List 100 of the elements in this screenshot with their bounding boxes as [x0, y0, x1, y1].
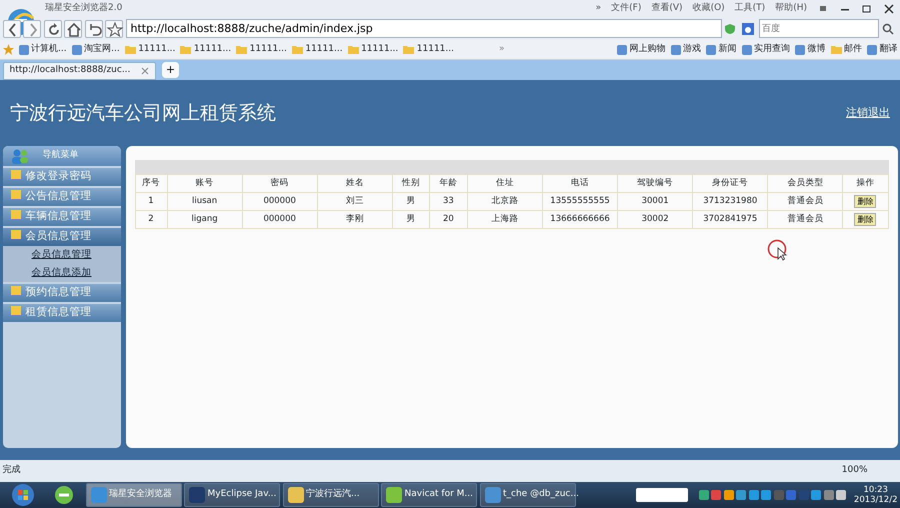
bookmark-item[interactable]: 计算机... [18, 42, 67, 56]
bookmark-item[interactable]: 邮件 [830, 42, 862, 56]
bookmark-item[interactable]: 11111... [236, 42, 287, 56]
home-button[interactable] [64, 20, 82, 38]
tray-icon[interactable] [836, 490, 846, 500]
cursor-icon [767, 239, 789, 261]
folder-icon [236, 45, 248, 54]
table-cell: 男 [392, 210, 430, 228]
bookmark-item[interactable]: 翻译 [867, 42, 898, 56]
app-icon [386, 487, 402, 503]
table-cell: 3713231980 [692, 192, 768, 210]
table-cell: 30001 [618, 192, 693, 210]
table-cell: 北京路 [467, 192, 542, 210]
folder-icon [830, 45, 842, 54]
bookmark-item[interactable]: 网上购物 [617, 42, 666, 56]
tray-icon[interactable] [811, 490, 822, 500]
bookmark-item[interactable]: 游戏 [670, 42, 701, 56]
column-header: 序号 [135, 174, 168, 192]
logout-link[interactable]: 注销退出 [846, 104, 890, 122]
app-icon [670, 44, 680, 54]
taskbar-button[interactable]: MyEclipse Jav... [184, 483, 280, 507]
taskbar-button[interactable]: t_che @db_zuc... [480, 483, 576, 507]
bookmark-item[interactable]: 微博 [795, 42, 826, 56]
window-title: 瑞星安全浏览器2.0 [45, 2, 122, 15]
search-field[interactable]: 百度 [759, 19, 879, 38]
bookmark-item[interactable]: 11111... [403, 42, 454, 56]
folder-icon [180, 45, 192, 54]
tray-icon[interactable] [748, 490, 759, 500]
bookmark-item[interactable]: 淘宝网... [72, 42, 120, 56]
new-tab-button[interactable]: + [162, 62, 179, 78]
app-icon [867, 44, 877, 54]
address-field[interactable]: http://localhost:8888/zuche/admin/index.jsp [126, 19, 722, 38]
tray-icon[interactable] [761, 490, 772, 500]
menu-item[interactable]: 查看(V) [646, 2, 688, 16]
taskbar-button[interactable]: 宁波行远汽... [282, 483, 378, 507]
browser-pin-icon[interactable] [53, 484, 75, 506]
column-header: 会员类型 [768, 174, 843, 192]
bookmark-item[interactable]: 新闻 [706, 42, 736, 56]
column-header: 操作 [842, 174, 888, 192]
page-title: 宁波行远汽车公司网上租赁系统 [10, 100, 276, 126]
menu-item[interactable]: » [590, 2, 606, 16]
menu-item[interactable]: 帮助(H) [770, 2, 812, 16]
bookmark-item[interactable]: 11111... [292, 42, 343, 56]
app-icon [742, 44, 752, 54]
table-cell: 普通会员 [768, 210, 843, 228]
zoom-level[interactable]: 100% [842, 464, 868, 478]
column-header: 住址 [467, 174, 542, 192]
menu-item[interactable]: 收藏(O) [688, 2, 730, 16]
table-cell: 33 [429, 192, 468, 210]
app-icon [288, 487, 304, 503]
sidebar-item[interactable]: 会员信息管理 [2, 228, 120, 246]
bookmark-item[interactable]: 实用查询 [742, 42, 790, 56]
back-button[interactable] [2, 20, 20, 38]
table-cell: 3702841975 [692, 210, 768, 228]
menu-item[interactable]: 工具(T) [730, 2, 770, 16]
menu-item[interactable]: 文件(F) [606, 2, 646, 16]
table-cell: 30002 [618, 210, 693, 228]
restore-icon[interactable] [861, 2, 873, 14]
column-header: 身份证号 [692, 174, 768, 192]
delete-button[interactable]: 删除 [854, 194, 876, 208]
bookmark-item[interactable]: 11111... [124, 42, 176, 56]
folder-icon [124, 45, 136, 54]
table-cell: 男 [392, 192, 430, 210]
table-cell: 李刚 [317, 210, 392, 228]
refresh-button[interactable] [44, 20, 62, 38]
tray-icon[interactable] [736, 490, 746, 500]
browser-tab[interactable]: http://localhost:8888/zuc... [2, 62, 156, 80]
table-cell: 13666666666 [542, 210, 618, 228]
column-header: 驾驶编号 [618, 174, 693, 192]
app-icon [72, 44, 82, 54]
bookmark-item[interactable]: 11111... [180, 42, 232, 56]
tray-icon[interactable] [824, 490, 834, 500]
undo-button[interactable] [84, 20, 102, 38]
start-icon[interactable] [10, 483, 34, 507]
clock[interactable]: 10:23 2013/12/2 [854, 485, 898, 505]
table-cell: 000000 [242, 192, 318, 210]
folder-icon [403, 45, 414, 54]
star-button[interactable] [105, 20, 123, 38]
favorites-star-icon[interactable] [2, 44, 14, 55]
sidebar-subitem[interactable]: 会员信息管理 [2, 246, 120, 264]
table-cell: 13555555555 [542, 192, 618, 210]
column-header: 性别 [392, 174, 430, 192]
taskbar-button[interactable]: Navicat for M... [381, 483, 477, 507]
app-icon [795, 44, 805, 54]
table-cell: 上海路 [467, 210, 542, 228]
tray-icon[interactable] [724, 490, 734, 500]
bookmark-item[interactable]: 11111... [348, 42, 398, 56]
tray-field[interactable] [636, 488, 688, 502]
table-cell: 2 [135, 210, 168, 228]
tray-icon[interactable] [698, 490, 709, 500]
app-icon [18, 44, 28, 54]
sidebar-header: 导航菜单 [2, 146, 120, 166]
column-header: 账号 [167, 174, 242, 192]
close-icon[interactable] [883, 2, 895, 14]
delete-button[interactable]: 删除 [854, 212, 876, 226]
column-header: 密码 [242, 174, 318, 192]
home-icon [65, 20, 83, 38]
search-icon[interactable] [882, 22, 894, 34]
sidebar-subitem[interactable]: 会员信息添加 [2, 264, 120, 282]
column-header: 电话 [542, 174, 618, 192]
